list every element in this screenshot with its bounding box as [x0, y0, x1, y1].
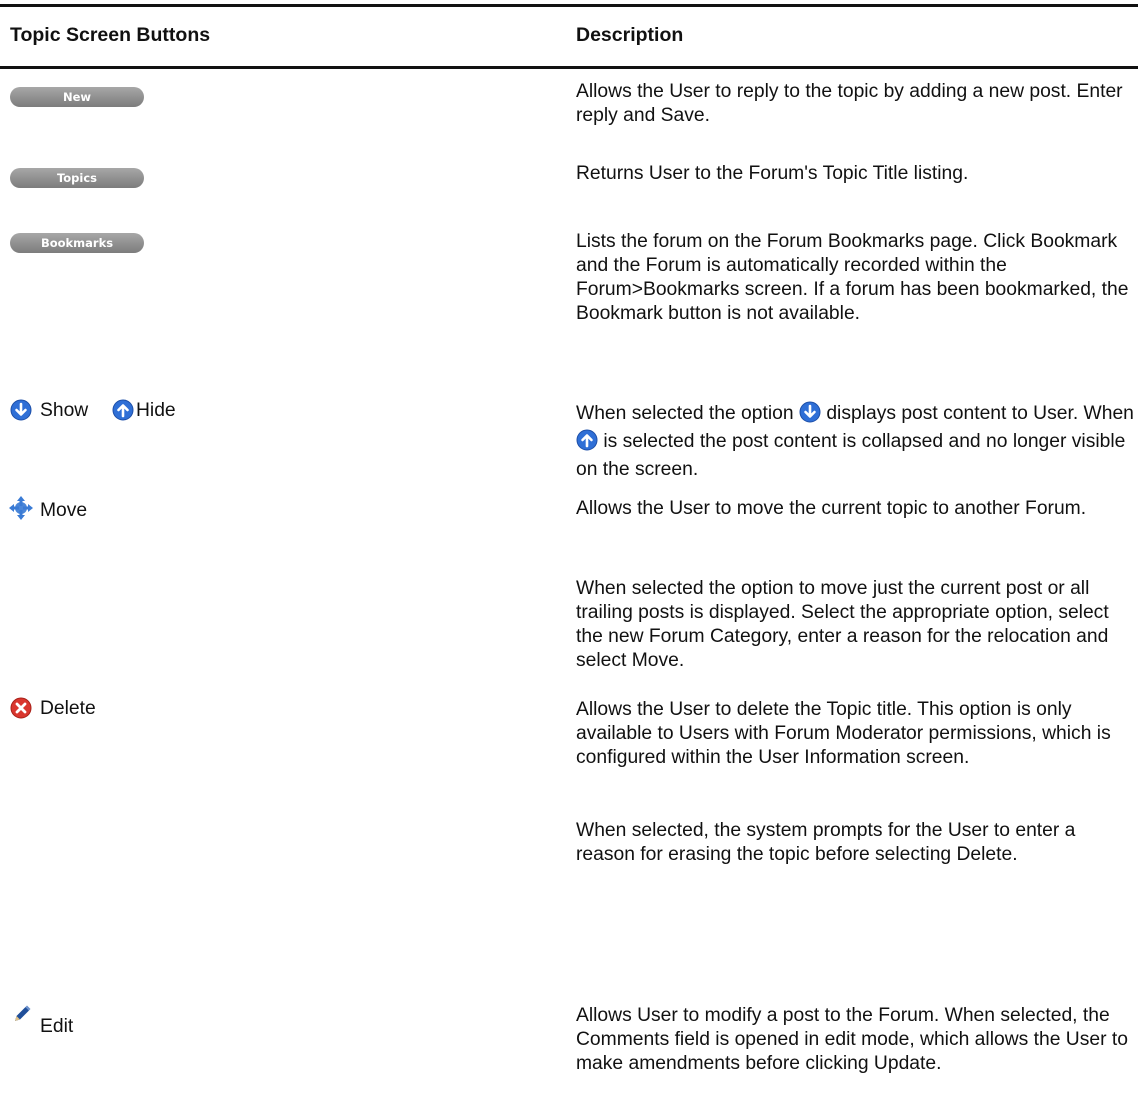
- move-label: Move: [40, 500, 88, 521]
- table-top-rule: [0, 4, 1138, 7]
- topics-button[interactable]: Topics: [10, 168, 144, 188]
- move-description: Allows the User to move the current topi…: [576, 498, 1087, 519]
- table-header-rule: [0, 66, 1138, 69]
- show-label: Show: [40, 400, 89, 421]
- column-header-buttons: Topic Screen Buttons: [10, 24, 211, 46]
- topics-description: Returns User to the Forum's Topic Title …: [576, 163, 969, 184]
- move-description-detail: When selected the option to move just th…: [576, 578, 1109, 671]
- move-arrows-icon[interactable]: [8, 495, 34, 521]
- delete-description: Allows the User to delete the Topic titl…: [576, 699, 1111, 768]
- hide-label: Hide: [136, 400, 176, 421]
- bookmarks-button[interactable]: Bookmarks: [10, 233, 144, 253]
- delete-description-detail: When selected, the system prompts for th…: [576, 820, 1076, 865]
- bookmarks-description: Lists the forum on the Forum Bookmarks p…: [576, 231, 1129, 324]
- arrow-up-circle-icon: [576, 429, 598, 451]
- edit-description: Allows User to modify a post to the Foru…: [576, 1005, 1128, 1074]
- column-header-description: Description: [576, 24, 684, 46]
- arrow-up-circle-icon[interactable]: [112, 399, 134, 421]
- arrow-down-circle-icon: [799, 401, 821, 423]
- pencil-icon[interactable]: [12, 1004, 32, 1024]
- new-description: Allows the User to reply to the topic by…: [576, 81, 1123, 126]
- delete-label: Delete: [40, 698, 96, 719]
- delete-x-circle-icon[interactable]: [10, 697, 32, 719]
- edit-label: Edit: [40, 1016, 74, 1037]
- show-hide-description: When selected the option displays post c…: [576, 401, 1134, 480]
- new-button[interactable]: New: [10, 87, 144, 107]
- arrow-down-circle-icon[interactable]: [10, 399, 32, 421]
